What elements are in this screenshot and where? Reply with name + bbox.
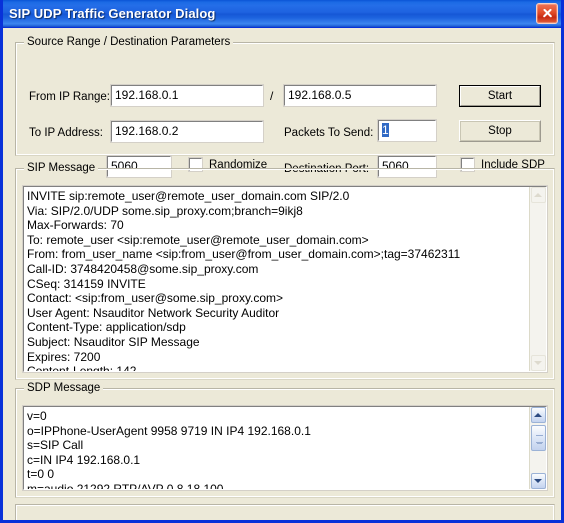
sip-scroll-down-icon[interactable] <box>530 355 546 371</box>
range-separator: / <box>270 89 274 103</box>
sdp-scroll-thumb[interactable] <box>530 425 546 451</box>
sdp-message-textarea[interactable]: v=0 o=IPPhone-UserAgent 9958 9719 IN IP4… <box>22 405 548 491</box>
to-ip-address-input[interactable]: 192.168.0.2 <box>110 120 264 143</box>
sip-message-scrollbar[interactable] <box>529 187 546 371</box>
sdp-scroll-up-icon[interactable] <box>530 407 546 423</box>
title-bar[interactable]: SIP UDP Traffic Generator Dialog <box>3 0 561 28</box>
from-ip-range-label: From IP Range: <box>29 91 110 103</box>
to-ip-range-input[interactable]: 192.168.0.5 <box>283 84 437 107</box>
packets-to-send-input[interactable]: 1 <box>377 119 437 142</box>
stop-button[interactable]: Stop <box>459 120 541 142</box>
start-button-label: Start <box>460 86 540 106</box>
sip-scroll-track[interactable] <box>531 203 546 355</box>
sdp-message-group-title: SDP Message <box>24 382 104 394</box>
sip-scroll-up-icon[interactable] <box>530 187 546 203</box>
close-icon[interactable] <box>536 3 558 24</box>
sip-message-group-title: SIP Message <box>24 162 99 174</box>
packets-to-send-label: Packets To Send: <box>284 127 374 139</box>
sip-message-text[interactable]: INVITE sip:remote_user@remote_user_domai… <box>24 187 529 371</box>
sdp-message-text[interactable]: v=0 o=IPPhone-UserAgent 9958 9719 IN IP4… <box>24 407 529 489</box>
window-title: SIP UDP Traffic Generator Dialog <box>9 6 216 21</box>
status-group <box>15 504 555 520</box>
parameters-group-title: Source Range / Destination Parameters <box>24 36 234 48</box>
start-button[interactable]: Start <box>459 85 541 107</box>
sdp-scroll-down-icon[interactable] <box>530 473 546 489</box>
sip-udp-traffic-generator-window: SIP UDP Traffic Generator Dialog Source … <box>0 0 564 523</box>
sdp-scroll-track[interactable] <box>530 423 546 473</box>
sdp-message-scrollbar[interactable] <box>529 407 546 489</box>
packets-to-send-value: 1 <box>382 123 389 137</box>
from-ip-range-input[interactable]: 192.168.0.1 <box>110 84 264 107</box>
client-area: Source Range / Destination Parameters Fr… <box>3 28 561 520</box>
to-ip-address-label: To IP Address: <box>29 127 103 139</box>
sip-message-textarea[interactable]: INVITE sip:remote_user@remote_user_domai… <box>22 185 548 373</box>
